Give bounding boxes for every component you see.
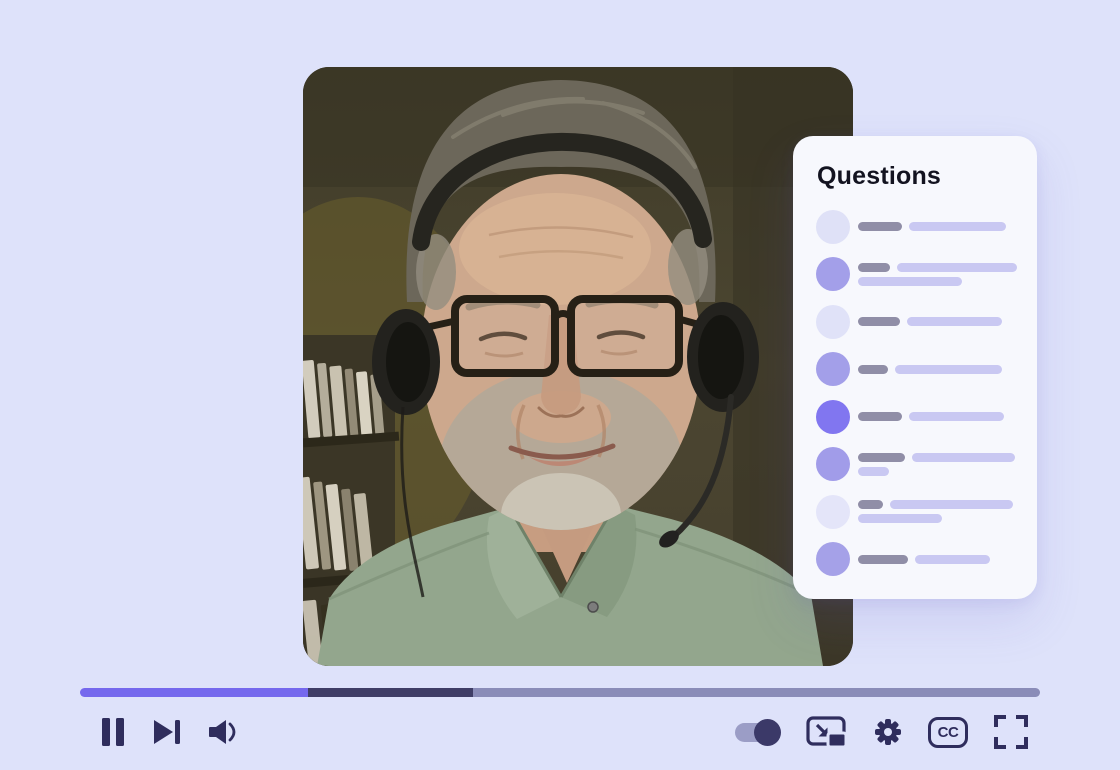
questions-panel-title: Questions xyxy=(817,162,1037,191)
fullscreen-icon xyxy=(994,715,1028,749)
skeleton-line-dark xyxy=(858,222,902,231)
settings-button[interactable] xyxy=(874,718,902,746)
question-text-skeleton xyxy=(858,412,1004,421)
progress-bar[interactable] xyxy=(80,688,1040,697)
gear-icon xyxy=(874,718,902,746)
question-row[interactable] xyxy=(816,298,1037,346)
avatar xyxy=(816,210,850,244)
progress-segment-remaining xyxy=(473,688,1040,697)
skeleton-line-dark xyxy=(858,365,888,374)
speaker-video-still xyxy=(303,67,853,666)
pause-button[interactable] xyxy=(99,717,127,747)
player-controls-right: CC xyxy=(735,714,1028,750)
skeleton-line-light xyxy=(897,263,1017,272)
question-text-skeleton xyxy=(858,555,990,564)
video-player[interactable] xyxy=(303,67,853,666)
question-row[interactable] xyxy=(816,536,1037,584)
question-row[interactable] xyxy=(816,251,1037,299)
avatar xyxy=(816,352,850,386)
question-row[interactable] xyxy=(816,203,1037,251)
avatar xyxy=(816,495,850,529)
progress-segment-buffered xyxy=(308,688,472,697)
pip-button[interactable] xyxy=(806,715,848,749)
question-row[interactable] xyxy=(816,346,1037,394)
autoplay-toggle[interactable] xyxy=(735,723,780,742)
pip-icon xyxy=(806,715,848,749)
avatar xyxy=(816,305,850,339)
skeleton-line-light xyxy=(858,277,962,286)
questions-panel: Questions xyxy=(793,136,1037,599)
volume-icon xyxy=(207,718,241,746)
skeleton-line-light xyxy=(912,453,1015,462)
question-text-skeleton xyxy=(858,453,1015,476)
question-row[interactable] xyxy=(816,393,1037,441)
question-text-skeleton xyxy=(858,365,1002,374)
volume-button[interactable] xyxy=(207,718,241,746)
fullscreen-button[interactable] xyxy=(994,715,1028,749)
question-text-skeleton xyxy=(858,500,1013,523)
avatar xyxy=(816,542,850,576)
cc-icon: CC xyxy=(928,717,968,748)
question-text-skeleton xyxy=(858,317,1002,326)
skeleton-line-light xyxy=(915,555,990,564)
player-controls-left xyxy=(99,714,241,750)
skeleton-line-dark xyxy=(858,412,902,421)
skip-next-icon xyxy=(152,719,182,745)
pause-icon xyxy=(99,717,127,747)
skeleton-line-light xyxy=(909,412,1004,421)
skeleton-line-light xyxy=(895,365,1002,374)
question-text-skeleton xyxy=(858,222,1006,231)
skip-next-button[interactable] xyxy=(152,719,182,745)
skeleton-line-dark xyxy=(858,263,890,272)
progress-segment-played xyxy=(80,688,308,697)
skeleton-line-light xyxy=(909,222,1006,231)
question-row[interactable] xyxy=(816,488,1037,536)
video-page: Questions xyxy=(0,0,1120,770)
avatar xyxy=(816,257,850,291)
skeleton-line-light xyxy=(907,317,1002,326)
skeleton-line-dark xyxy=(858,555,908,564)
skeleton-line-light xyxy=(858,467,889,476)
skeleton-line-dark xyxy=(858,500,883,509)
skeleton-line-light xyxy=(858,514,942,523)
captions-button[interactable]: CC xyxy=(928,717,968,748)
avatar xyxy=(816,447,850,481)
skeleton-line-light xyxy=(890,500,1013,509)
question-row[interactable] xyxy=(816,441,1037,489)
toggle-knob xyxy=(754,719,781,746)
skeleton-line-dark xyxy=(858,453,905,462)
skeleton-line-dark xyxy=(858,317,900,326)
question-text-skeleton xyxy=(858,263,1017,286)
avatar xyxy=(816,400,850,434)
questions-list xyxy=(793,203,1037,583)
